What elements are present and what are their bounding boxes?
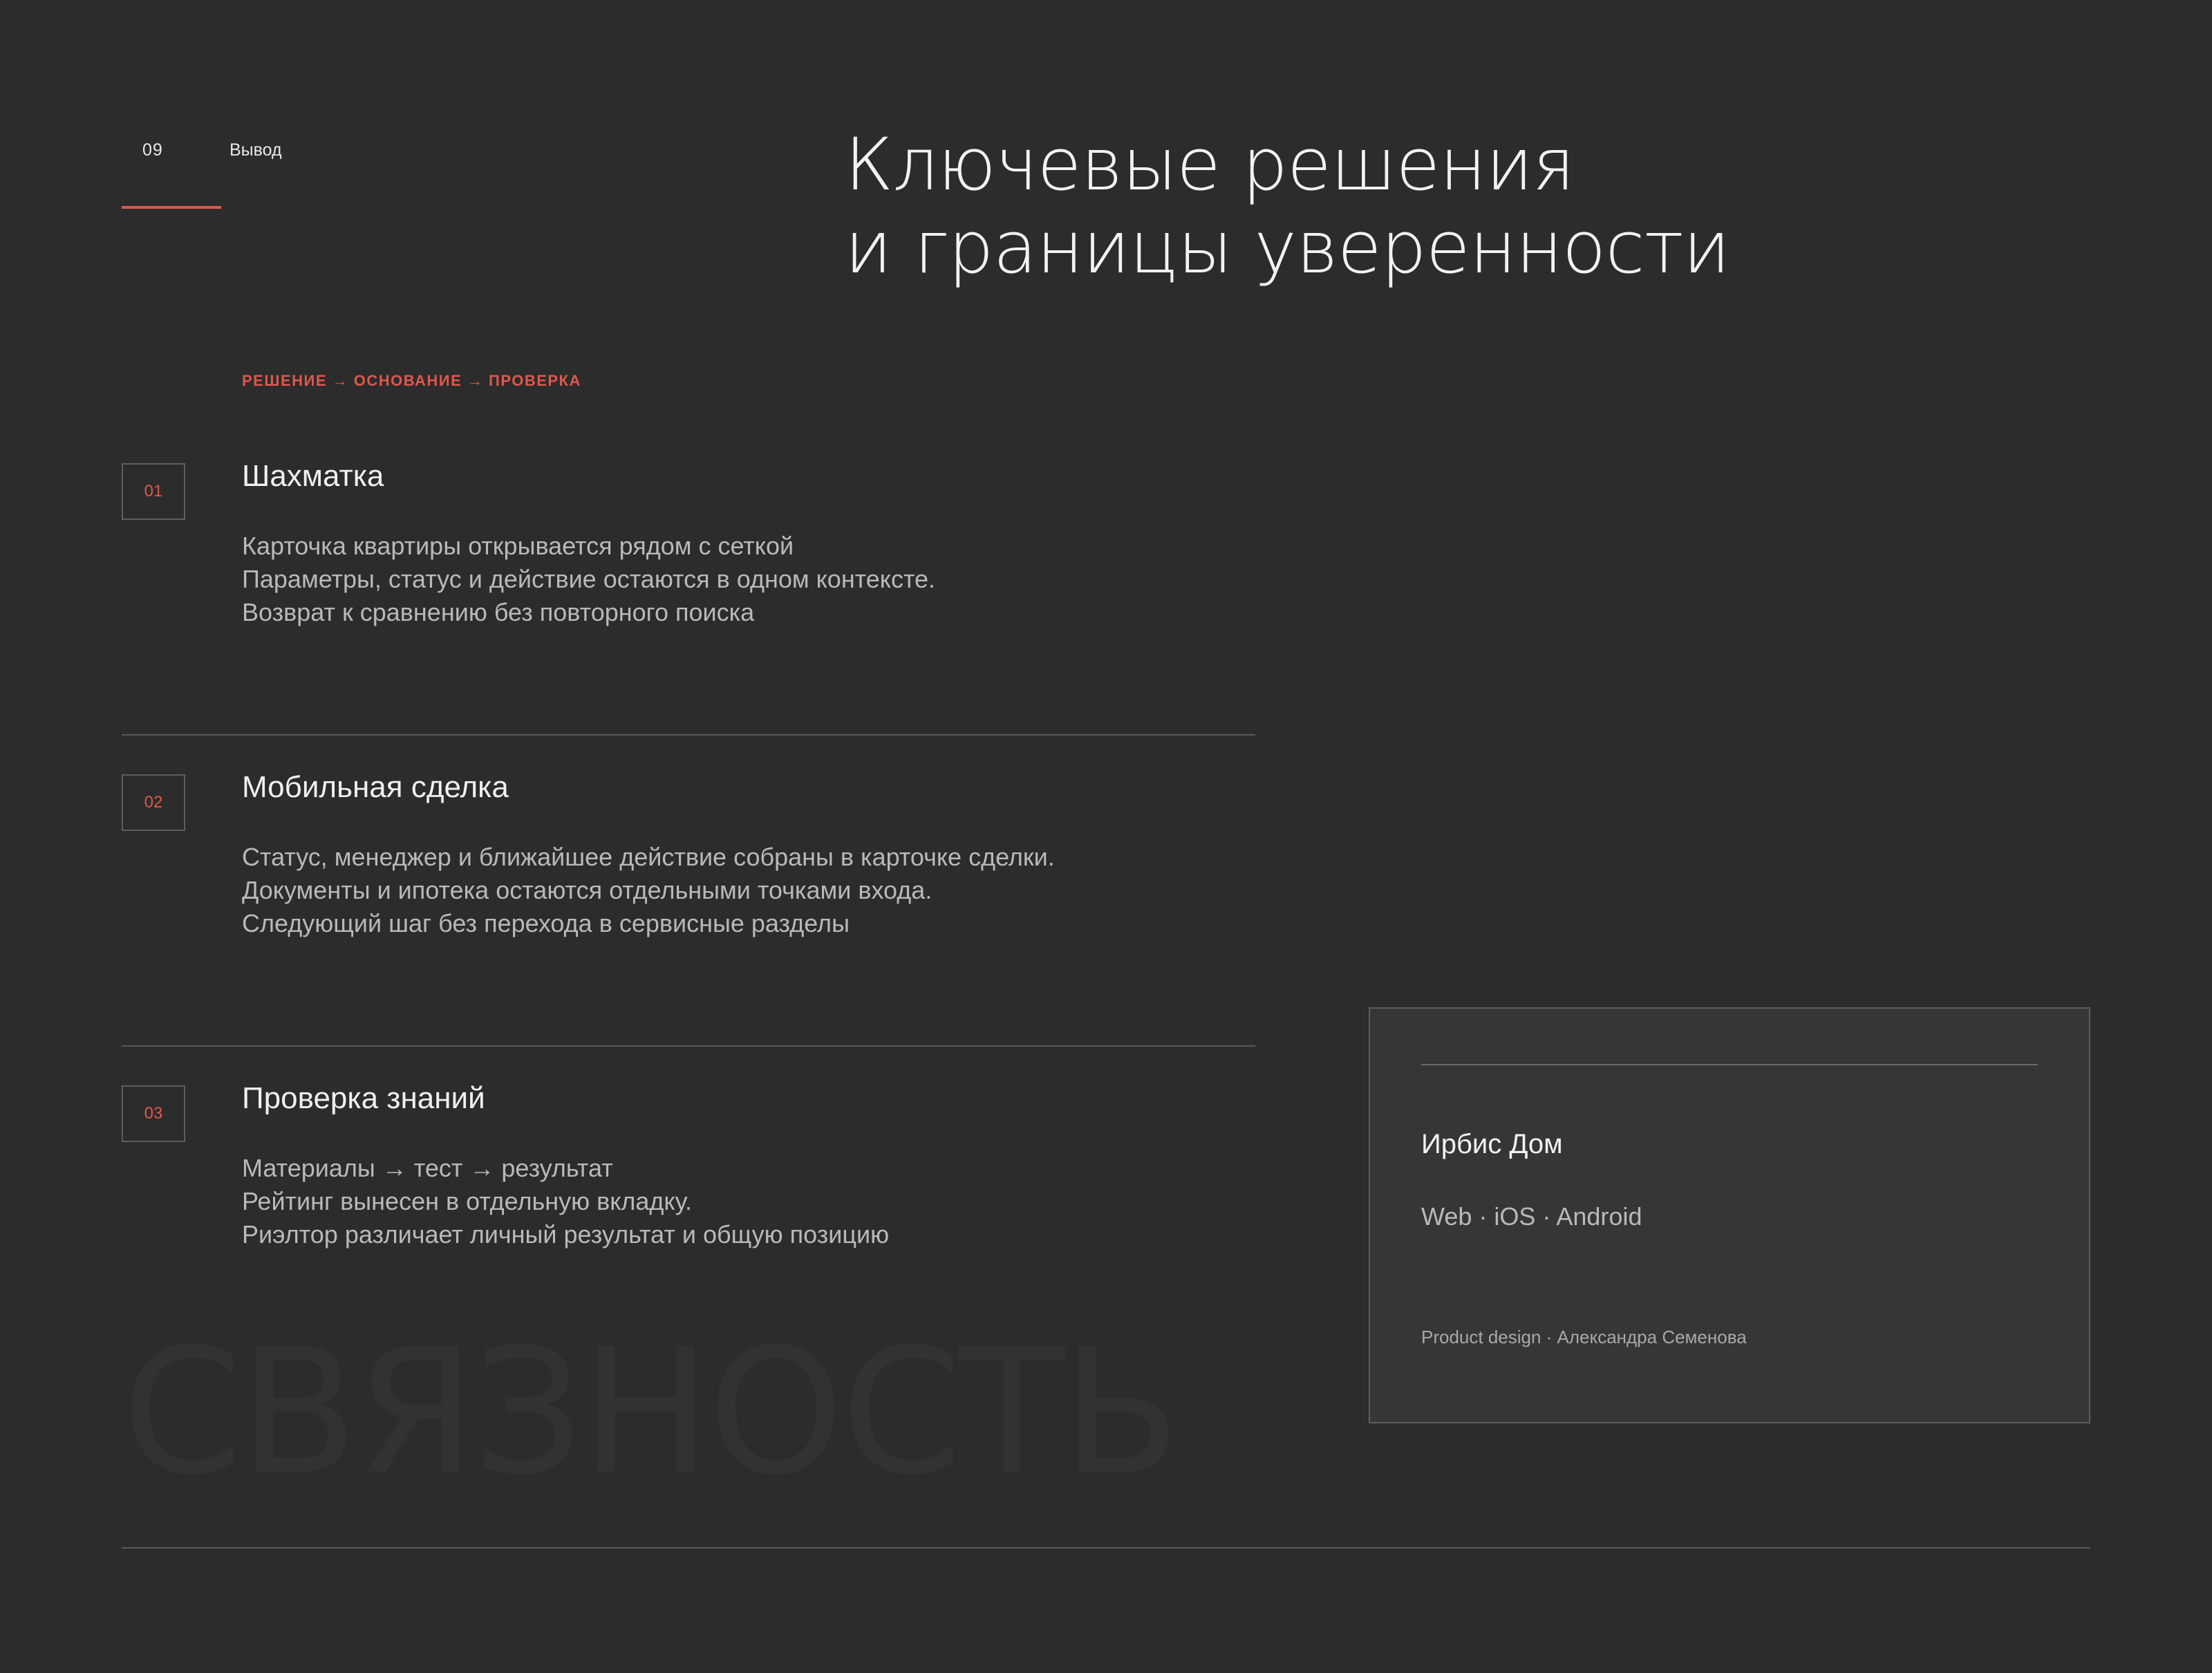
project-name: Ирбис Дом: [1421, 1129, 1563, 1159]
item-description: Материалы → тест → результат Рейтинг вын…: [242, 1152, 889, 1251]
section-label: Вывод: [229, 140, 282, 160]
flow-label: РЕШЕНИЕ → ОСНОВАНИЕ → ПРОВЕРКА: [242, 372, 581, 389]
item-description: Карточка квартиры открывается рядом с се…: [242, 530, 935, 629]
item-line: Карточка квартиры открывается рядом с се…: [242, 532, 794, 560]
item-line: Следующий шаг без перехода в сервисные р…: [242, 909, 850, 937]
item-line: Параметры, статус и действие остаются в …: [242, 565, 936, 593]
item-description: Статус, менеджер и ближайшее действие со…: [242, 841, 1055, 940]
watermark-text: СВЯЗНОСТЬ: [122, 1311, 1181, 1513]
project-credit: Product design · Александра Семенова: [1421, 1327, 1747, 1347]
item-line: Рейтинг вынесен в отдельную вкладку.: [242, 1187, 692, 1215]
section-number: 09: [142, 140, 163, 160]
project-platforms: Web · iOS · Android: [1421, 1202, 1642, 1231]
item-title: Мобильная сделка: [242, 770, 509, 804]
section-underline: [122, 206, 221, 209]
conclusion-slide: 09 Вывод Ключевые решения и границы увер…: [0, 0, 2212, 1673]
item-title: Шахматка: [242, 459, 384, 493]
item-number-badge: 03: [122, 1085, 185, 1142]
item-line: Материалы → тест → результат: [242, 1154, 613, 1182]
footer-divider: [122, 1547, 2090, 1549]
title-line-1: Ключевые решения: [845, 122, 1575, 207]
item-divider: [122, 1045, 1255, 1047]
item-line: Риэлтор различает личный результат и общ…: [242, 1220, 890, 1249]
item-number-badge: 02: [122, 774, 185, 831]
item-title: Проверка знаний: [242, 1081, 485, 1115]
item-line: Возврат к сравнению без повторного поиск…: [242, 598, 755, 626]
title-line-2: и границы уверенности: [845, 205, 1730, 290]
item-number-badge: 01: [122, 463, 185, 520]
item-divider: [122, 734, 1255, 736]
card-divider: [1421, 1064, 2038, 1065]
page-title: Ключевые решения и границы уверенности: [845, 123, 1730, 289]
project-card: Ирбис Дом Web · iOS · Android Product de…: [1369, 1007, 2090, 1423]
item-line: Статус, менеджер и ближайшее действие со…: [242, 843, 1055, 871]
item-line: Документы и ипотека остаются отдельными …: [242, 876, 932, 904]
